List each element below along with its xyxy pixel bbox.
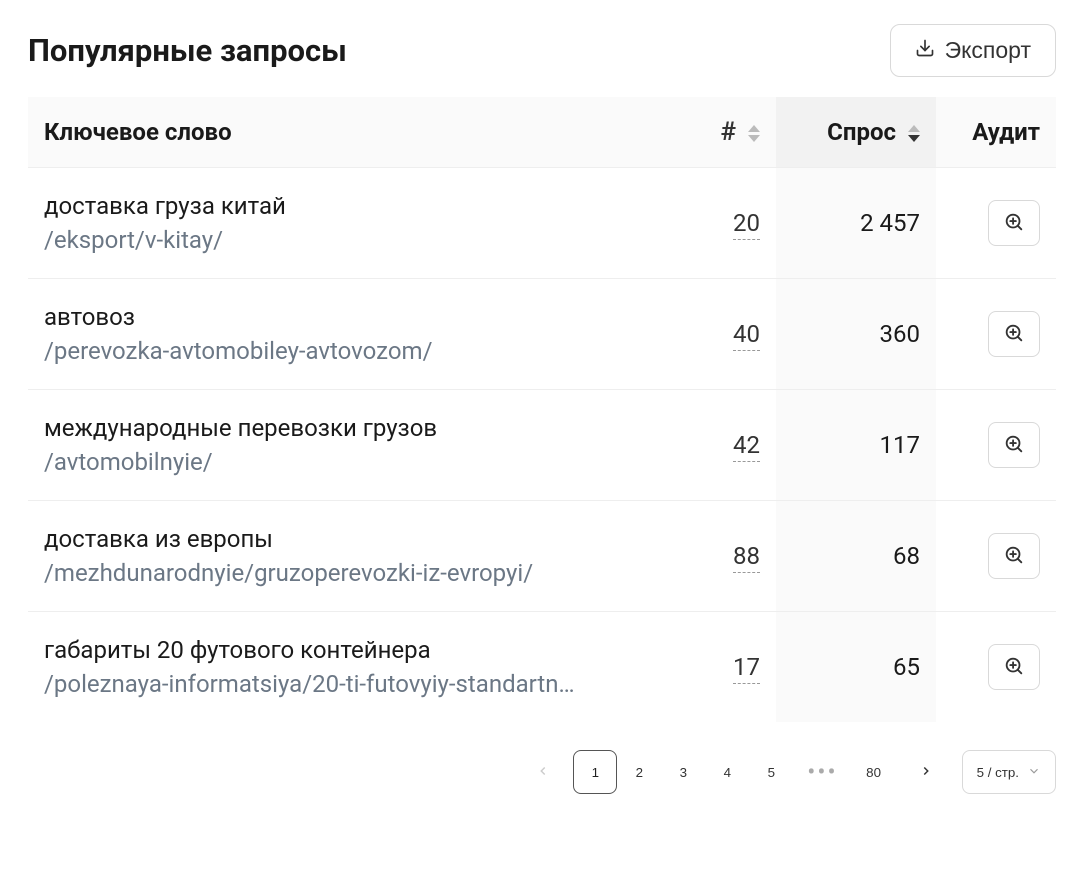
export-button[interactable]: Экспорт (890, 24, 1056, 77)
keyword-path: /mezhdunarodnyie/gruzoperevozki-iz-evrop… (44, 559, 604, 587)
cell-audit (936, 501, 1056, 612)
pagination-page[interactable]: 3 (661, 750, 705, 794)
pagination-next[interactable] (904, 750, 948, 794)
cell-demand: 68 (776, 501, 936, 612)
cell-keyword: доставка груза китай/eksport/v-kitay/ (28, 168, 676, 279)
keyword-path: /eksport/v-kitay/ (44, 226, 604, 254)
cell-keyword: доставка из европы/mezhdunarodnyie/gruzo… (28, 501, 676, 612)
chevron-left-icon (536, 764, 550, 781)
page-size-select[interactable]: 5 / стр. (962, 750, 1056, 794)
hash-icon: # (720, 117, 736, 147)
column-header-keyword[interactable]: Ключевое слово (28, 97, 676, 168)
card-title: Популярные запросы (28, 32, 347, 69)
num-value[interactable]: 17 (733, 653, 760, 684)
card-header: Популярные запросы Экспорт (28, 24, 1056, 77)
sort-icon (908, 125, 920, 142)
pagination-last[interactable]: 80 (852, 750, 896, 794)
cell-demand: 65 (776, 612, 936, 723)
column-header-demand[interactable]: Спрос (776, 97, 936, 168)
popular-queries-card: Популярные запросы Экспорт Ключевое слов… (0, 0, 1084, 818)
download-icon (915, 37, 935, 64)
column-header-keyword-label: Ключевое слово (44, 118, 232, 146)
pagination-prev[interactable] (521, 750, 565, 794)
magnify-plus-icon (1003, 544, 1025, 569)
pagination-ellipsis[interactable]: ••• (801, 758, 843, 786)
magnify-plus-icon (1003, 211, 1025, 236)
chevron-down-icon (1027, 764, 1041, 781)
pagination-page[interactable]: 5 (749, 750, 793, 794)
magnify-plus-icon (1003, 655, 1025, 680)
table-row: доставка из европы/mezhdunarodnyie/gruzo… (28, 501, 1056, 612)
table-row: автовоз/perevozka-avtomobiley-avtovozom/… (28, 279, 1056, 390)
cell-demand: 2 457 (776, 168, 936, 279)
pagination: 12345 ••• 80 5 / стр. (28, 750, 1056, 794)
sort-icon (748, 125, 760, 142)
cell-keyword: габариты 20 футового контейнера/poleznay… (28, 612, 676, 723)
export-label: Экспорт (945, 37, 1031, 64)
keyword-path: /perevozka-avtomobiley-avtovozom/ (44, 337, 604, 365)
num-value[interactable]: 20 (733, 209, 760, 240)
audit-button[interactable] (988, 200, 1040, 246)
pagination-page[interactable]: 2 (617, 750, 661, 794)
table-row: доставка груза китай/eksport/v-kitay/20 2… (28, 168, 1056, 279)
audit-button[interactable] (988, 422, 1040, 468)
keyword-path: /avtomobilnyie/ (44, 448, 604, 476)
cell-num: 88 (676, 501, 776, 612)
cell-audit (936, 390, 1056, 501)
cell-keyword: международные перевозки грузов/avtomobil… (28, 390, 676, 501)
cell-audit (936, 168, 1056, 279)
cell-audit (936, 279, 1056, 390)
cell-demand: 360 (776, 279, 936, 390)
magnify-plus-icon (1003, 433, 1025, 458)
num-value[interactable]: 40 (733, 320, 760, 351)
cell-num: 42 (676, 390, 776, 501)
page-size-label: 5 / стр. (977, 765, 1019, 780)
cell-demand: 117 (776, 390, 936, 501)
keyword-text: доставка груза китай (44, 192, 660, 220)
chevron-right-icon (919, 764, 933, 781)
cell-num: 20 (676, 168, 776, 279)
keyword-text: автовоз (44, 303, 660, 331)
cell-audit (936, 612, 1056, 723)
column-header-demand-label: Спрос (827, 118, 896, 146)
table-row: международные перевозки грузов/avtomobil… (28, 390, 1056, 501)
num-value[interactable]: 42 (733, 431, 760, 462)
keyword-text: габариты 20 футового контейнера (44, 636, 660, 664)
audit-button[interactable] (988, 311, 1040, 357)
pagination-page[interactable]: 1 (573, 750, 617, 794)
cell-keyword: автовоз/perevozka-avtomobiley-avtovozom/ (28, 279, 676, 390)
queries-table: Ключевое слово # Спрос Аудит доставка гр… (28, 97, 1056, 722)
column-header-num[interactable]: # (676, 97, 776, 168)
column-header-audit: Аудит (936, 97, 1056, 168)
magnify-plus-icon (1003, 322, 1025, 347)
cell-num: 40 (676, 279, 776, 390)
column-header-audit-label: Аудит (972, 118, 1040, 146)
pagination-page[interactable]: 4 (705, 750, 749, 794)
keyword-text: доставка из европы (44, 525, 660, 553)
keyword-path: /poleznaya-informatsiya/20-ti-futovyiy-s… (44, 670, 604, 698)
audit-button[interactable] (988, 533, 1040, 579)
num-value[interactable]: 88 (733, 542, 760, 573)
cell-num: 17 (676, 612, 776, 723)
audit-button[interactable] (988, 644, 1040, 690)
keyword-text: международные перевозки грузов (44, 414, 660, 442)
table-row: габариты 20 футового контейнера/poleznay… (28, 612, 1056, 723)
